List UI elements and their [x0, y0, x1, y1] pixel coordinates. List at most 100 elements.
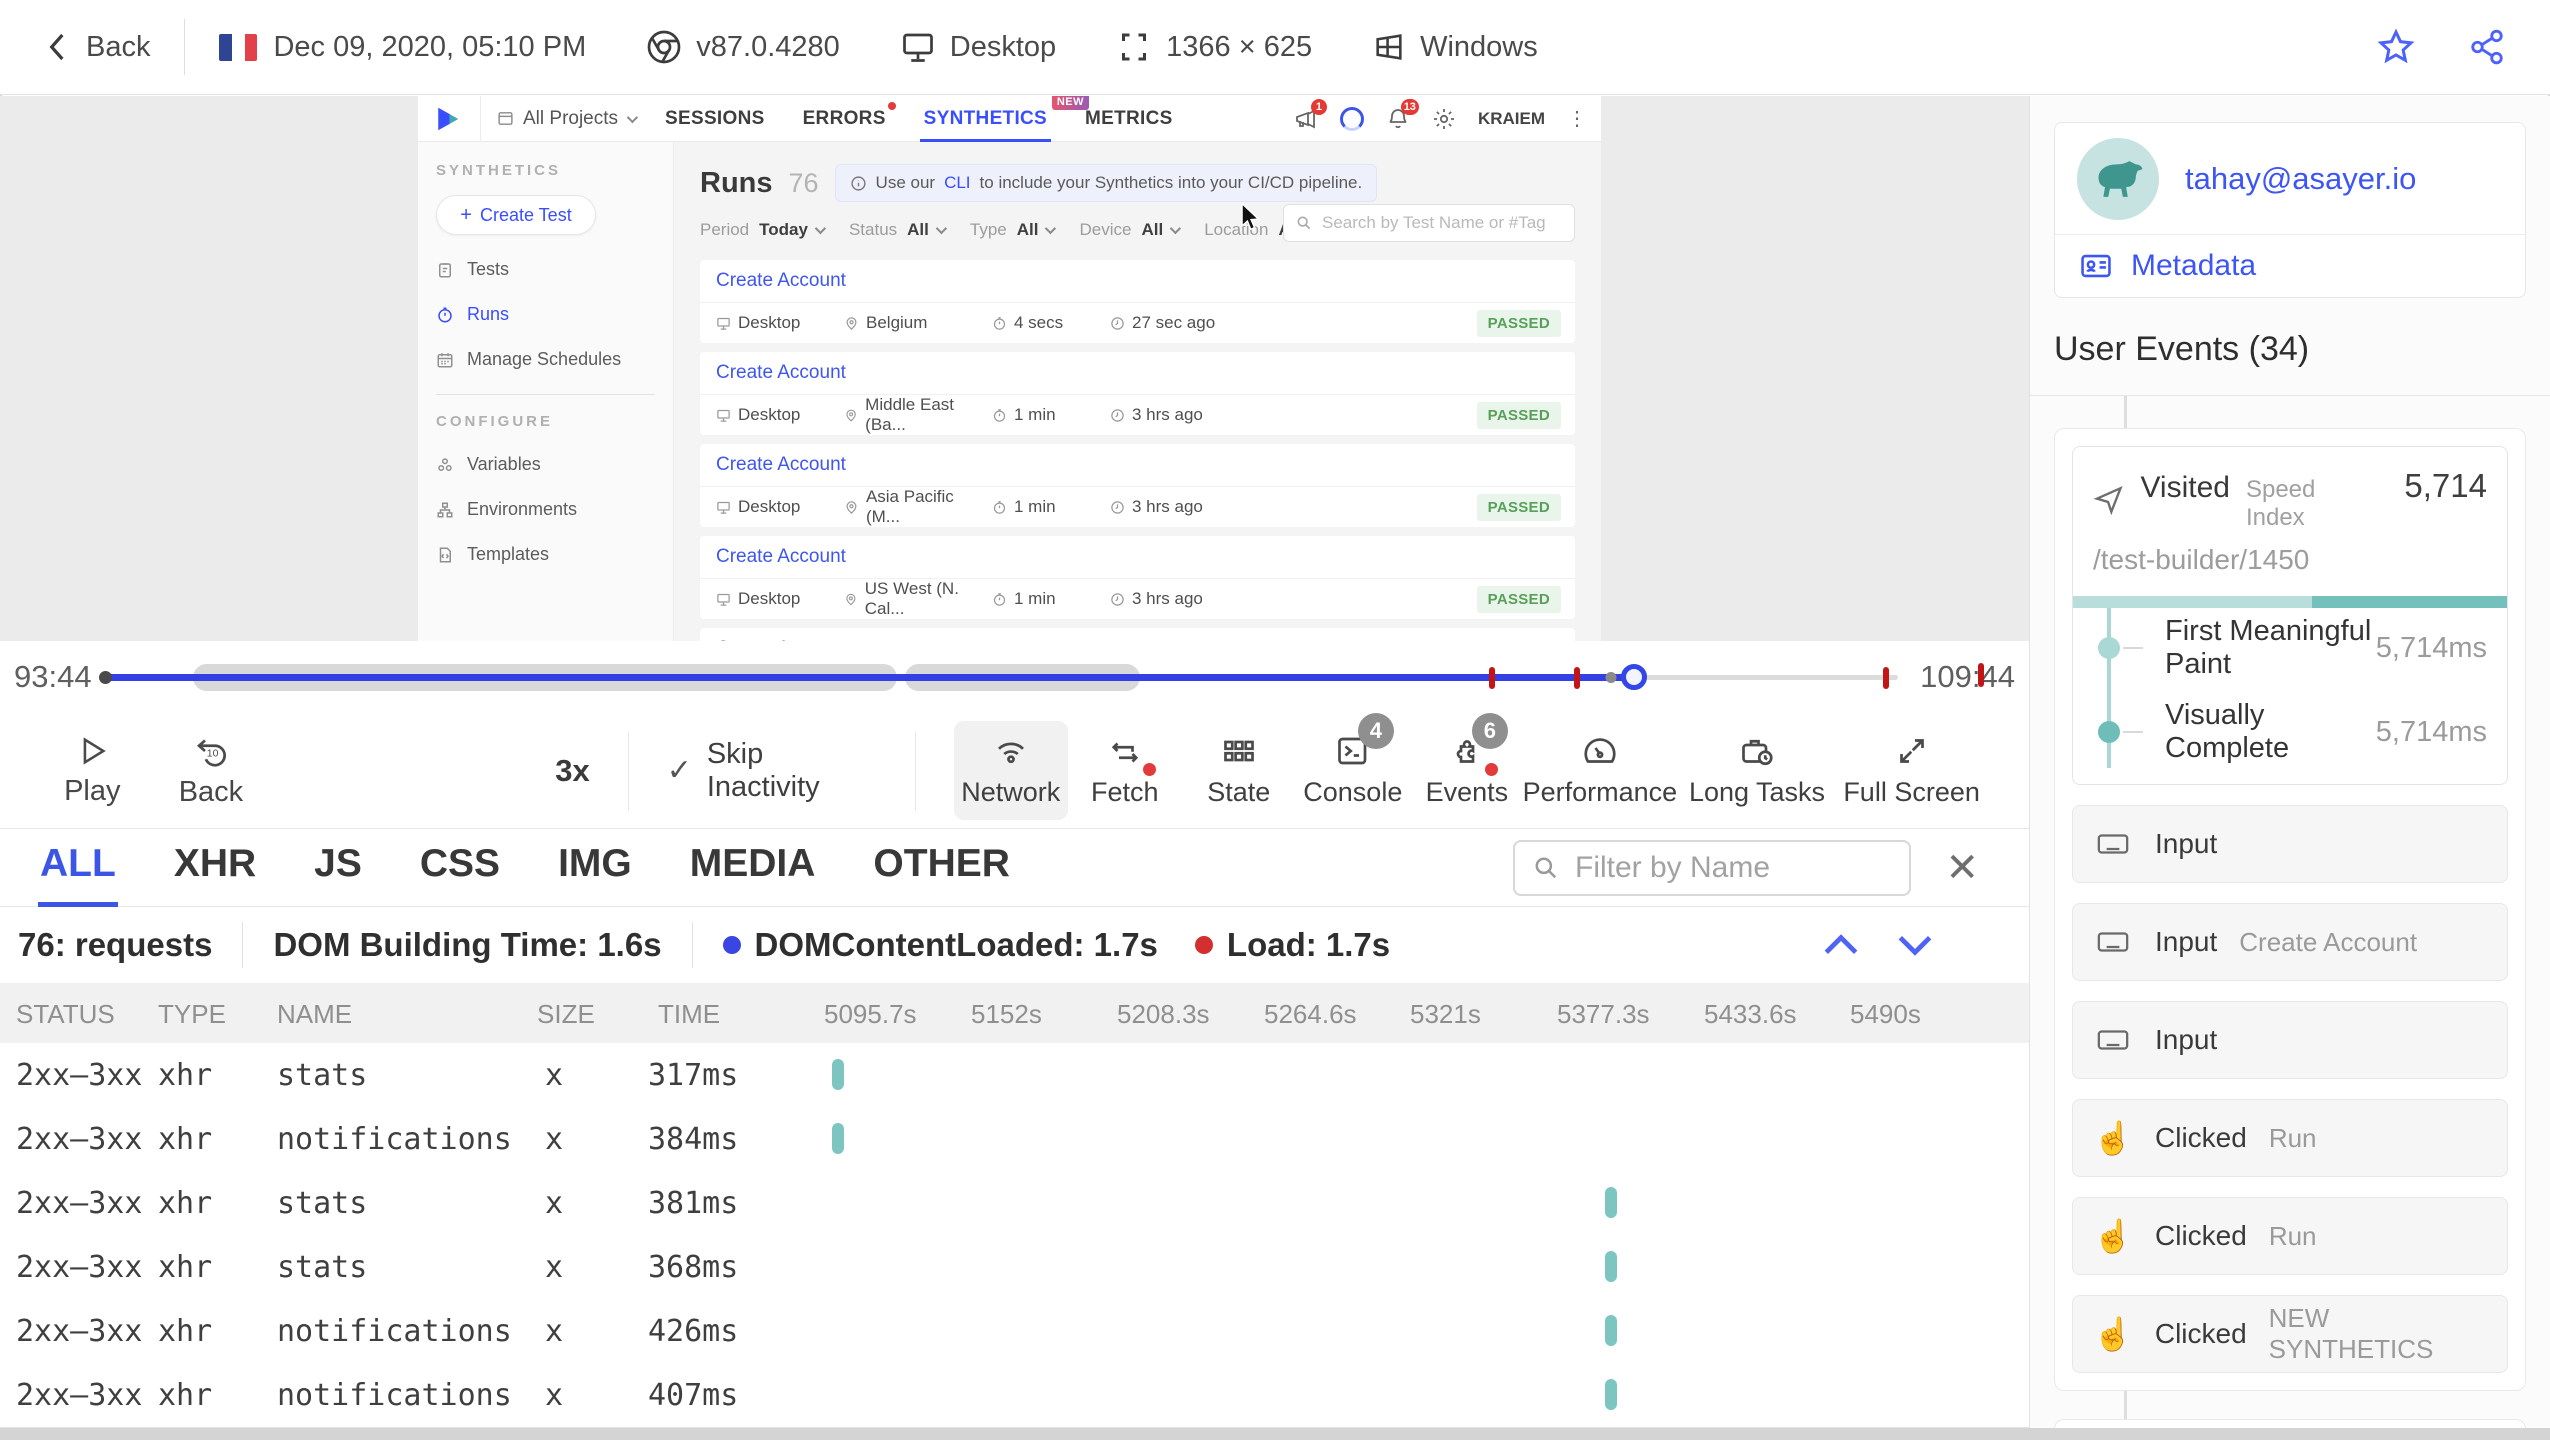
create-test-button[interactable]: + Create Test: [436, 195, 596, 235]
sidebar-item-runs[interactable]: Runs: [436, 292, 655, 337]
sidebar-item-variables[interactable]: Variables: [436, 442, 655, 487]
metric-value: 5,714ms: [2375, 715, 2487, 748]
sidebar-item-environments[interactable]: Environments: [436, 487, 655, 532]
play-button[interactable]: Play: [44, 734, 141, 808]
user-email-link[interactable]: tahay@asayer.io: [2185, 161, 2416, 197]
playhead-handle[interactable]: [1621, 664, 1648, 690]
tab-synthetics[interactable]: SYNTHETICS NEW: [919, 96, 1090, 142]
network-tab-other[interactable]: OTHER: [873, 842, 1010, 906]
run-test-name-link[interactable]: Create Account: [700, 536, 1575, 579]
player-panel: 93:44 109:44 Play 10 Back 3x ✓ Skip Inac…: [0, 641, 2029, 1440]
event-value: Run: [2268, 1122, 2317, 1153]
performance-panel-button[interactable]: Performance: [1522, 721, 1678, 820]
visited-event-card[interactable]: Visited Speed Index 5,714 /test-builder/…: [2072, 446, 2508, 785]
timeline-event-marker[interactable]: [1882, 667, 1889, 689]
jump-previous-button[interactable]: [1819, 930, 1863, 960]
time-col: 5490s: [1850, 999, 1921, 1029]
run-test-name-link[interactable]: Create Account: [700, 628, 1575, 641]
performance-label: Performance: [1522, 777, 1678, 807]
run-card[interactable]: Create Account Desktop US West (N. Cal..…: [700, 536, 1575, 619]
timeline-event-marker[interactable]: [1489, 667, 1496, 689]
replayed-app-frame: All Projects SESSIONS ERRORS SYNTHETICS N…: [418, 96, 1601, 641]
share-button[interactable]: [2468, 28, 2506, 66]
fetch-panel-button[interactable]: Fetch: [1068, 721, 1182, 820]
user-menu[interactable]: KRAIEM: [1478, 109, 1545, 129]
network-request-row[interactable]: 2xx–3xx xhr notifications x 384ms: [0, 1107, 2029, 1171]
playback-speed-button[interactable]: 3x: [555, 753, 589, 789]
timeline-track[interactable]: [98, 659, 1899, 695]
filter-period-dropdown[interactable]: Today: [759, 220, 827, 240]
sidebar-item-tests[interactable]: Tests: [436, 247, 655, 292]
network-tab-xhr[interactable]: XHR: [174, 842, 256, 906]
project-selector[interactable]: All Projects: [497, 108, 639, 130]
filter-device-dropdown[interactable]: All: [1141, 220, 1182, 240]
skip-inactivity-toggle[interactable]: ✓ Skip Inactivity: [667, 738, 877, 804]
network-tab-media[interactable]: MEDIA: [690, 842, 816, 906]
state-panel-button[interactable]: State: [1182, 721, 1296, 820]
run-test-name-link[interactable]: Create Account: [700, 260, 1575, 303]
dom-building-time: DOM Building Time: 1.6s: [273, 926, 662, 963]
network-tab-css[interactable]: CSS: [420, 842, 500, 906]
events-panel-button[interactable]: Events 6: [1410, 713, 1524, 820]
tab-errors[interactable]: ERRORS: [803, 96, 896, 142]
run-card[interactable]: Create Account Desktop Asia Pacific (M..…: [700, 444, 1575, 527]
network-tabs: ALL XHR JS CSS IMG MEDIA OTHER Filter by…: [0, 829, 2029, 907]
run-card[interactable]: Create Account Desktop Belgium 4 secs 27…: [700, 260, 1575, 343]
time-col: 5377.3s: [1557, 999, 1650, 1029]
click-event-card[interactable]: ☝ Clicked NEW SYNTHETICS: [2072, 1295, 2508, 1373]
favorite-star-button[interactable]: [2376, 27, 2416, 67]
network-filter-input[interactable]: Filter by Name: [1513, 840, 1911, 896]
run-test-name-link[interactable]: Create Account: [700, 352, 1575, 395]
session-date: Dec 09, 2020, 05:10 PM: [219, 31, 586, 64]
kebab-menu[interactable]: ⋮: [1567, 106, 1587, 131]
jump-next-button[interactable]: [1893, 930, 1937, 960]
tab-synthetics-label: SYNTHETICS: [923, 107, 1048, 129]
network-request-row[interactable]: 2xx–3xx xhr notifications x 407ms: [0, 1363, 2029, 1427]
cli-link[interactable]: CLI: [944, 173, 970, 193]
input-event-card[interactable]: Input: [2072, 805, 2508, 883]
click-event-card[interactable]: ☝ Clicked Run: [2072, 1099, 2508, 1177]
run-test-name-link[interactable]: Create Account: [700, 444, 1575, 487]
run-card[interactable]: Create Account Desktop Middle East (Ba..…: [700, 352, 1575, 435]
sidebar-item-templates[interactable]: Templates: [436, 532, 655, 577]
notifications-bell-button[interactable]: 13: [1386, 98, 1419, 131]
long-tasks-panel-button[interactable]: Long Tasks: [1676, 721, 1838, 820]
run-time-ago: 3 hrs ago: [1110, 589, 1203, 609]
network-tab-all[interactable]: ALL: [38, 842, 118, 907]
test-search-input[interactable]: Search by Test Name or #Tag: [1283, 204, 1575, 242]
dcl-dot-icon: [722, 936, 741, 954]
back-10-button[interactable]: 10 Back: [163, 733, 260, 809]
network-tab-img[interactable]: IMG: [558, 842, 632, 906]
settings-gear-button[interactable]: [1432, 107, 1456, 131]
loading-spinner-icon: [1339, 106, 1364, 131]
filter-status-dropdown[interactable]: All: [907, 220, 947, 240]
run-location: Belgium: [844, 313, 992, 333]
back-label: Back: [178, 775, 244, 808]
network-request-row[interactable]: 2xx–3xx xhr stats x 368ms: [0, 1235, 2029, 1299]
time-col: 5264.6s: [1264, 999, 1357, 1029]
network-panel-button[interactable]: Network: [953, 721, 1068, 820]
close-panel-button[interactable]: ✕: [1945, 845, 1979, 891]
announcements-button[interactable]: 1: [1294, 98, 1327, 131]
run-location: Middle East (Ba...: [844, 395, 992, 435]
sidebar-item-label: Runs: [467, 304, 510, 324]
create-test-label: Create Test: [479, 204, 572, 225]
full-screen-button[interactable]: Full Screen: [1838, 721, 1985, 820]
filter-type-dropdown[interactable]: All: [1017, 220, 1057, 240]
timeline-event-marker[interactable]: [1573, 667, 1580, 689]
network-tab-js[interactable]: JS: [314, 842, 362, 906]
request-waterfall-bar: [1605, 1251, 1617, 1282]
run-card[interactable]: Create Account Desktop Canada (Centra...…: [700, 628, 1575, 641]
network-request-row[interactable]: 2xx–3xx xhr stats x 381ms: [0, 1171, 2029, 1235]
tab-metrics[interactable]: METRICS: [1085, 96, 1173, 142]
back-button[interactable]: Back: [44, 31, 150, 64]
console-panel-button[interactable]: Console 4: [1296, 713, 1410, 820]
input-event-card[interactable]: Input: [2072, 1001, 2508, 1079]
tab-sessions[interactable]: SESSIONS: [665, 96, 765, 142]
sidebar-item-manage-schedules[interactable]: Manage Schedules: [436, 337, 655, 382]
metadata-button[interactable]: Metadata: [2055, 235, 2525, 297]
network-request-row[interactable]: 2xx–3xx xhr notifications x 426ms: [0, 1299, 2029, 1363]
input-event-card[interactable]: Input Create Account: [2072, 903, 2508, 981]
click-event-card[interactable]: ☝ Clicked Run: [2072, 1197, 2508, 1275]
network-request-row[interactable]: 2xx–3xx xhr stats x 317ms: [0, 1043, 2029, 1107]
